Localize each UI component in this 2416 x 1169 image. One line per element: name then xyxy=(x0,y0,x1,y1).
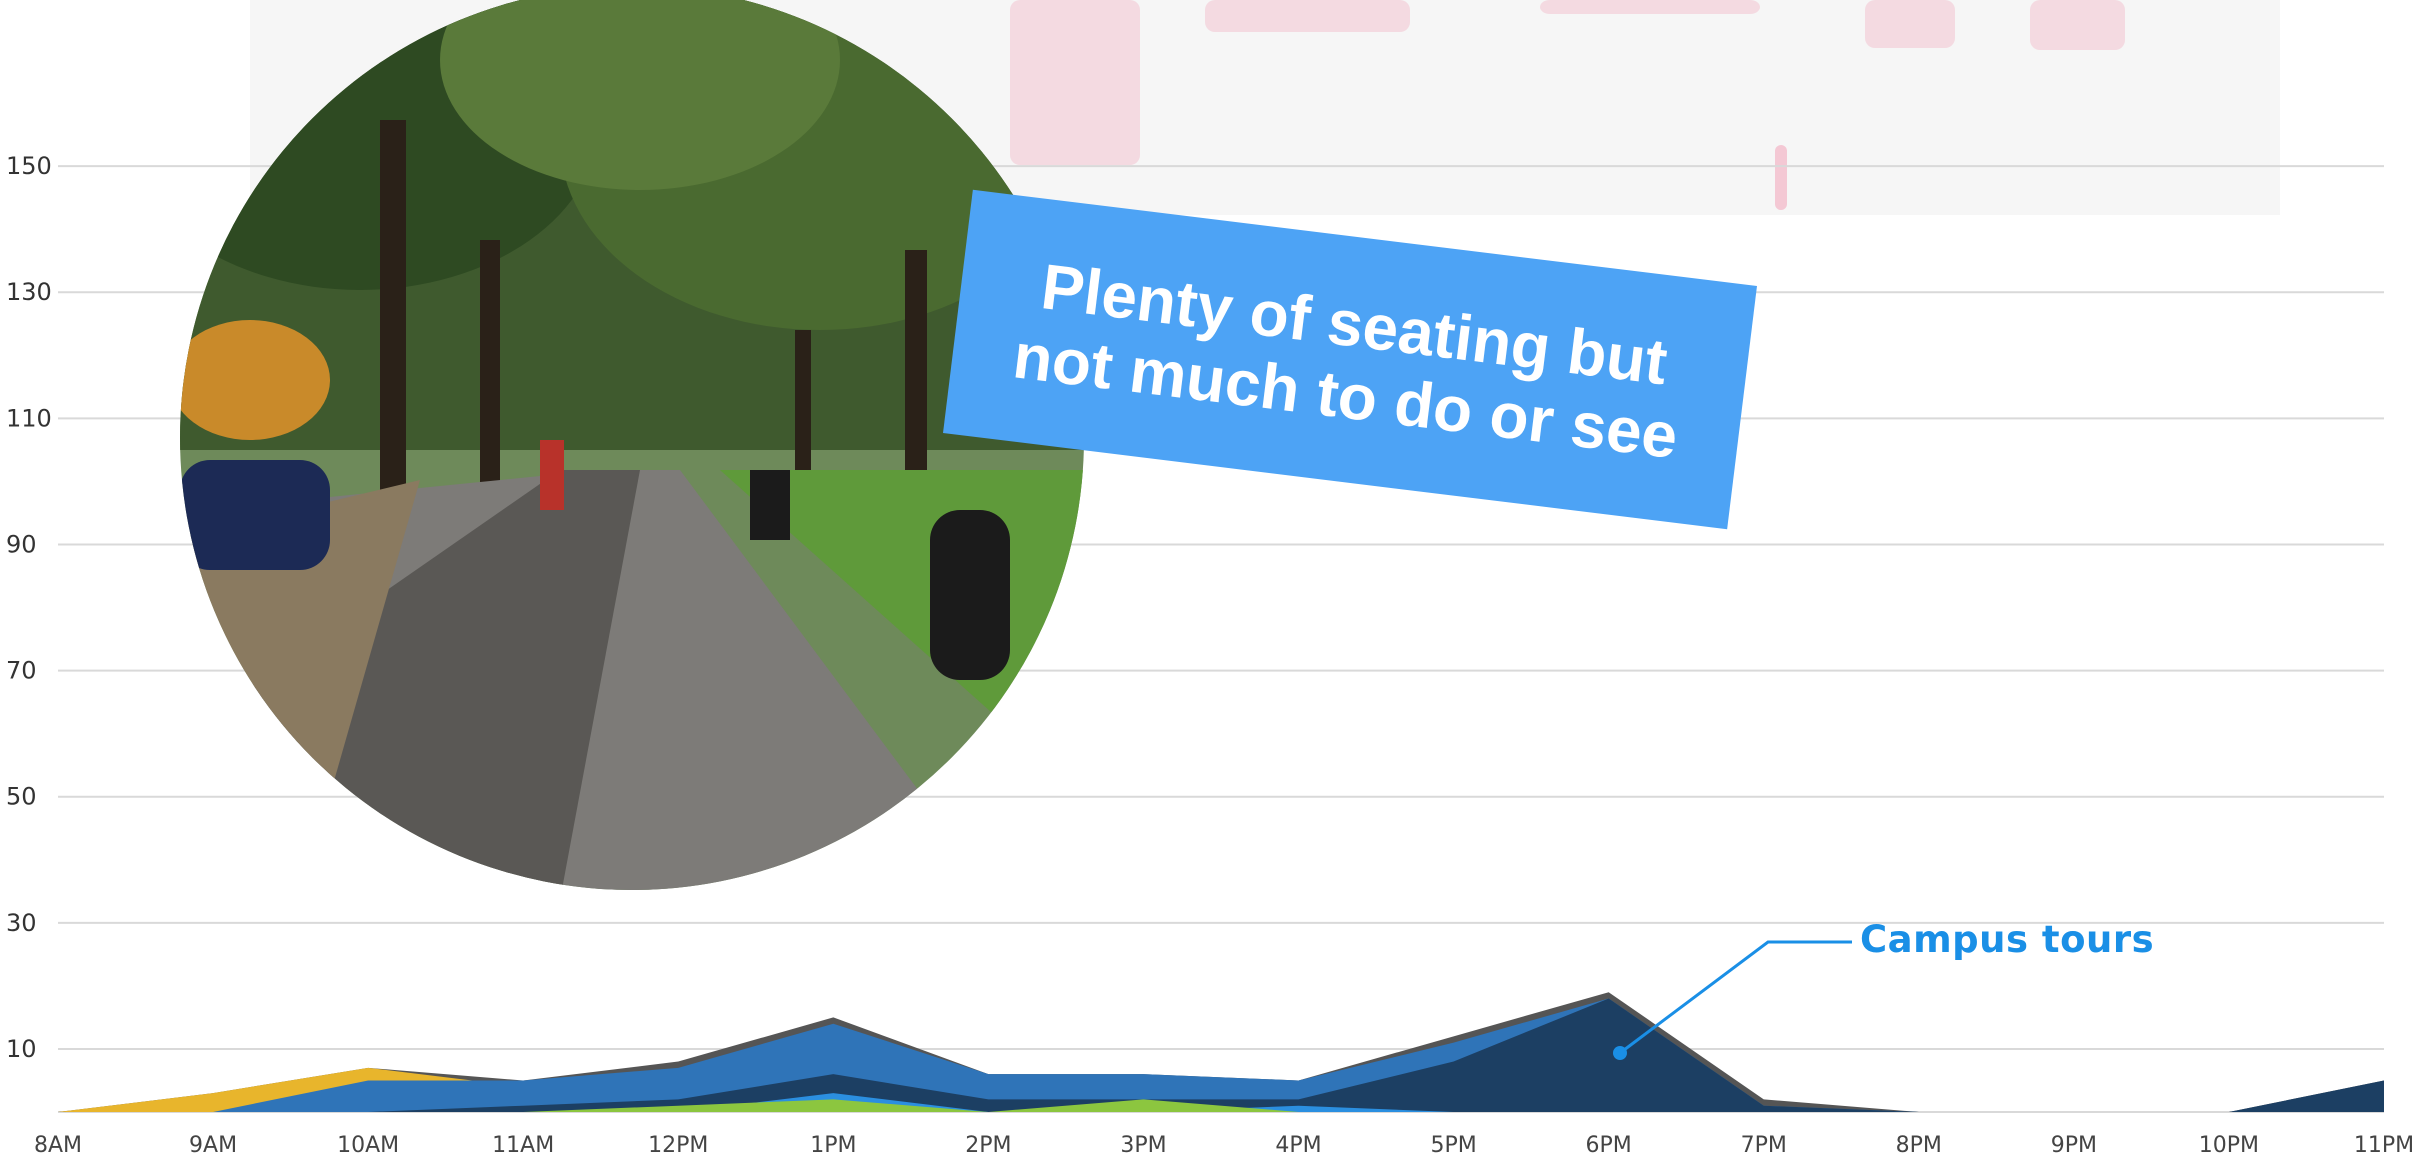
x-tick-1PM: 1PM xyxy=(810,1133,856,1158)
y-axis-ticks: 10 30 50 70 90 110 130 150 xyxy=(6,152,52,1063)
y-tick-70: 70 xyxy=(6,657,37,685)
y-tick-150: 150 xyxy=(6,152,52,180)
map-building-2 xyxy=(1865,0,1955,48)
x-tick-7PM: 7PM xyxy=(1741,1133,1787,1158)
map-marker xyxy=(1775,145,1787,210)
campus-tours-label: Campus tours xyxy=(1860,918,2155,961)
map-building-4 xyxy=(1540,0,1760,14)
x-tick-3PM: 3PM xyxy=(1120,1133,1166,1158)
x-tick-4PM: 4PM xyxy=(1275,1133,1321,1158)
series-2-area xyxy=(58,998,2384,1112)
y-tick-110: 110 xyxy=(6,404,52,432)
x-tick-12PM: 12PM xyxy=(648,1133,708,1158)
y-tick-30: 30 xyxy=(6,909,37,937)
x-tick-11AM: 11AM xyxy=(492,1133,554,1158)
map-building-3 xyxy=(2030,0,2125,50)
y-tick-130: 130 xyxy=(6,278,52,306)
x-tick-10PM: 10PM xyxy=(2199,1133,2259,1158)
chart-stage: 10 30 50 70 90 110 130 150 8AM 9AM 10AM 11AM 12PM 1P… xyxy=(0,0,2416,1169)
y-tick-50: 50 xyxy=(6,783,37,811)
x-tick-8AM: 8AM xyxy=(34,1133,82,1158)
x-tick-10AM: 10AM xyxy=(337,1133,399,1158)
callout-text: Plenty of seating but not much to do or … xyxy=(1009,249,1682,472)
y-tick-90: 90 xyxy=(6,530,37,558)
x-axis-ticks: 8AM 9AM 10AM 11AM 12PM 1PM 2PM 3PM 4PM 5PM 6PM 7PM 8… xyxy=(34,1133,2414,1158)
y-tick-10: 10 xyxy=(6,1035,37,1063)
x-tick-2PM: 2PM xyxy=(965,1133,1011,1158)
map-building-1 xyxy=(1205,0,1410,32)
map-building-0 xyxy=(1010,0,1140,165)
x-tick-11PM: 11PM xyxy=(2354,1133,2414,1158)
area-series xyxy=(58,992,2384,1112)
x-tick-8PM: 8PM xyxy=(1896,1133,1942,1158)
x-tick-9AM: 9AM xyxy=(189,1133,237,1158)
x-tick-9PM: 9PM xyxy=(2051,1133,2097,1158)
x-tick-6PM: 6PM xyxy=(1586,1133,1632,1158)
area-chart: 10 30 50 70 90 110 130 150 8AM 9AM 10AM 11AM 12PM 1P… xyxy=(6,0,2414,1158)
x-tick-5PM: 5PM xyxy=(1430,1133,1476,1158)
